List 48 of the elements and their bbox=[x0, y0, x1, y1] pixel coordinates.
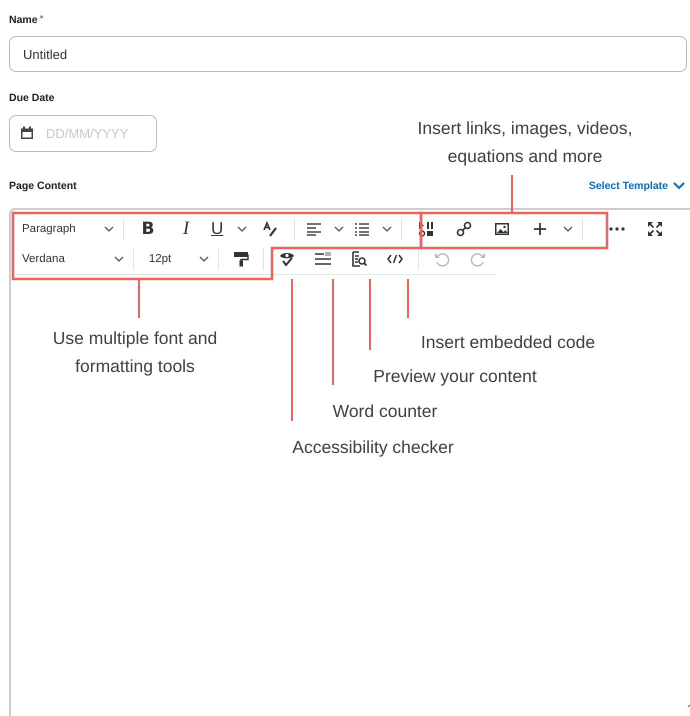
field-label: Page Content bbox=[9, 180, 77, 192]
more-icon bbox=[609, 227, 625, 231]
size-dropdown[interactable]: 12pt bbox=[138, 246, 213, 272]
chevron-down-icon bbox=[382, 226, 392, 232]
field-label: Name bbox=[9, 14, 38, 28]
italic-button[interactable]: I bbox=[167, 216, 205, 242]
link-icon bbox=[456, 221, 472, 237]
chevron-down-icon bbox=[673, 182, 685, 190]
format-dropdown[interactable]: Paragraph bbox=[16, 216, 118, 242]
callout-text: Insert embedded code bbox=[420, 331, 596, 354]
callout-text: Accessibility checker bbox=[291, 436, 455, 459]
required-mark: * bbox=[40, 14, 44, 25]
image-icon bbox=[494, 222, 510, 236]
undo-icon bbox=[434, 251, 450, 267]
date-field[interactable]: DD/MM/YYYY bbox=[9, 115, 157, 152]
font-dropdown[interactable]: Verdana bbox=[16, 246, 128, 272]
media-icon bbox=[418, 221, 434, 237]
eye-check-icon bbox=[279, 251, 296, 267]
plus-icon bbox=[533, 222, 547, 236]
bold-button[interactable]: B bbox=[129, 216, 167, 242]
word-count-icon bbox=[314, 252, 332, 266]
callout-text: Word counter bbox=[332, 400, 438, 423]
leader-line bbox=[369, 279, 371, 350]
paint-roller-icon bbox=[233, 251, 250, 267]
document-search-icon bbox=[351, 251, 368, 267]
list-icon bbox=[354, 222, 370, 236]
calendar-icon bbox=[20, 126, 34, 140]
fullscreen-icon bbox=[647, 221, 663, 237]
callout-text: Preview your content bbox=[372, 365, 538, 388]
letter-slash-icon bbox=[262, 221, 278, 237]
name-field[interactable]: Untitled bbox=[9, 36, 687, 72]
chevron-down-icon bbox=[237, 226, 247, 232]
code-icon bbox=[387, 254, 404, 264]
leader-line bbox=[407, 279, 409, 318]
underline-button[interactable]: U bbox=[205, 216, 251, 242]
callout-text: Insert links, images, videos, equations and more bbox=[416, 117, 634, 168]
chevron-down-icon bbox=[198, 256, 209, 262]
field-label: Due Date bbox=[9, 92, 55, 106]
chevron-down-icon bbox=[334, 226, 344, 232]
leader-line bbox=[511, 175, 513, 213]
select-template-link[interactable]: Select Template bbox=[588, 180, 685, 192]
callout-text: Use multiple font and formatting tools bbox=[52, 327, 218, 378]
chevron-down-icon bbox=[114, 256, 124, 262]
chevron-down-icon bbox=[104, 226, 114, 232]
chevron-down-icon bbox=[563, 226, 573, 232]
redo-icon bbox=[470, 251, 486, 267]
leader-line bbox=[138, 279, 140, 318]
align-left-icon bbox=[306, 222, 322, 236]
